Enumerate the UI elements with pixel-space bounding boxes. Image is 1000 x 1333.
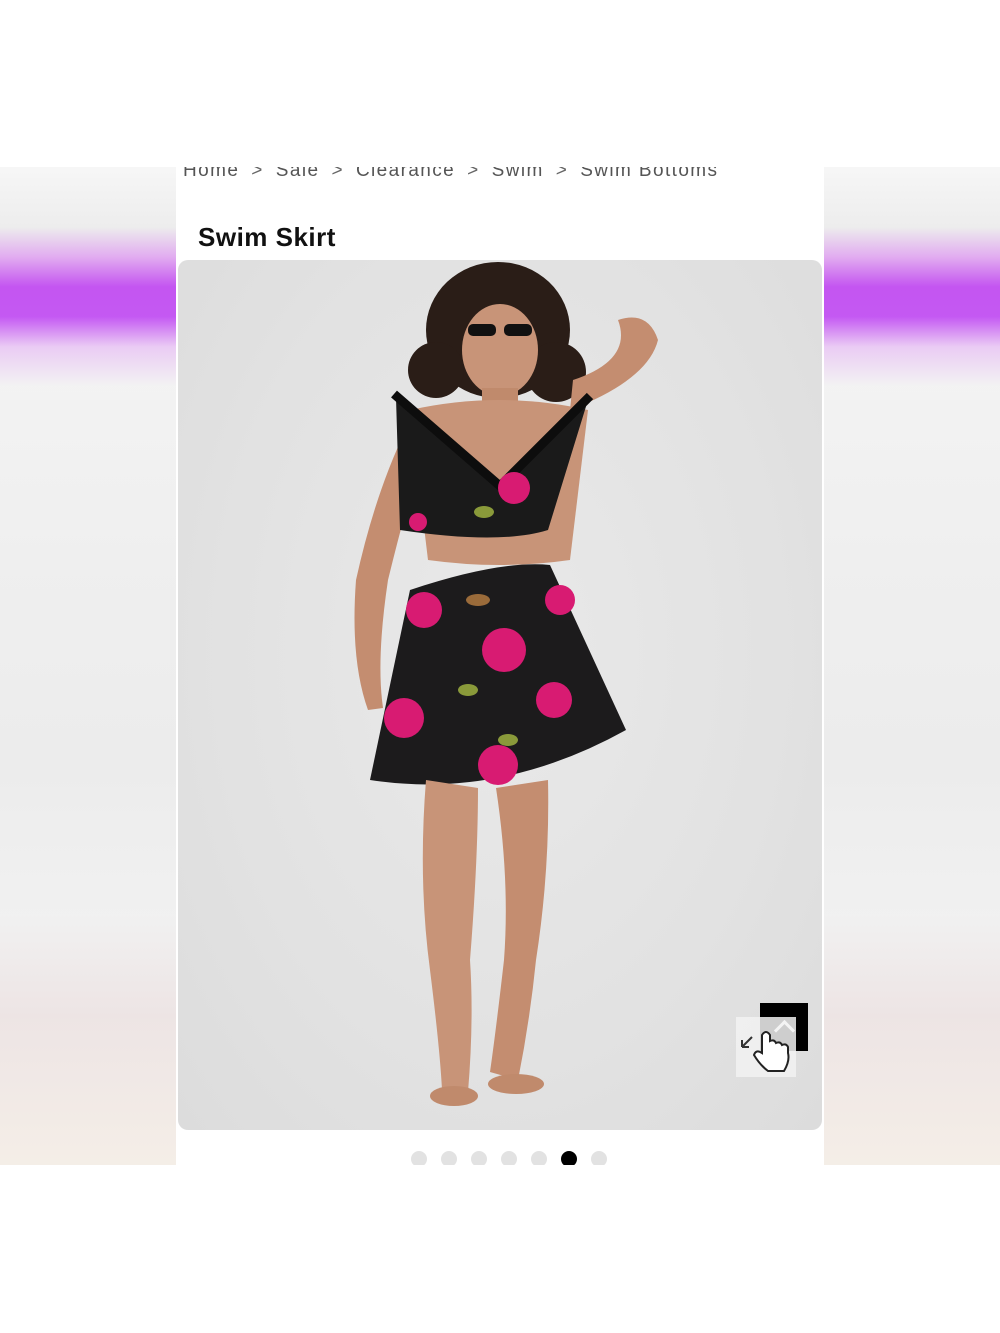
model-illustration xyxy=(354,262,658,1106)
product-title: Swim Skirt xyxy=(198,222,336,253)
gallery-dot-7[interactable] xyxy=(591,1151,607,1165)
breadcrumb-separator: > xyxy=(331,167,344,181)
breadcrumb-swim[interactable]: Swim xyxy=(492,167,544,182)
gallery-dot-2[interactable] xyxy=(441,1151,457,1165)
gallery-pagination xyxy=(176,1151,824,1165)
breadcrumb-sale[interactable]: Sale xyxy=(276,167,320,182)
background-right-blur xyxy=(824,167,1000,1165)
breadcrumb-separator: > xyxy=(555,167,569,181)
gallery-dot-3[interactable] xyxy=(471,1151,487,1165)
breadcrumb-clearance[interactable]: Clearance xyxy=(356,167,455,182)
breadcrumb: Home > Sale > Clearance > Swim > Swim Bo… xyxy=(183,167,718,183)
right-leg xyxy=(490,780,549,1080)
background-left-blur xyxy=(0,167,176,1165)
face-shape xyxy=(462,304,538,396)
hand-pointer-icon xyxy=(736,1017,796,1077)
breadcrumb-separator: > xyxy=(251,167,264,181)
left-leg xyxy=(422,780,478,1092)
gallery-dot-6-active[interactable] xyxy=(561,1151,577,1165)
breadcrumb-swim-bottoms[interactable]: Swim Bottoms xyxy=(580,167,718,182)
gallery-dot-1[interactable] xyxy=(411,1151,427,1165)
breadcrumb-separator: > xyxy=(467,167,480,181)
product-image[interactable] xyxy=(178,260,822,1130)
breadcrumb-home[interactable]: Home xyxy=(183,167,239,182)
gallery-dot-4[interactable] xyxy=(501,1151,517,1165)
product-page: Home > Sale > Clearance > Swim > Swim Bo… xyxy=(176,167,824,1165)
gallery-dot-5[interactable] xyxy=(531,1151,547,1165)
